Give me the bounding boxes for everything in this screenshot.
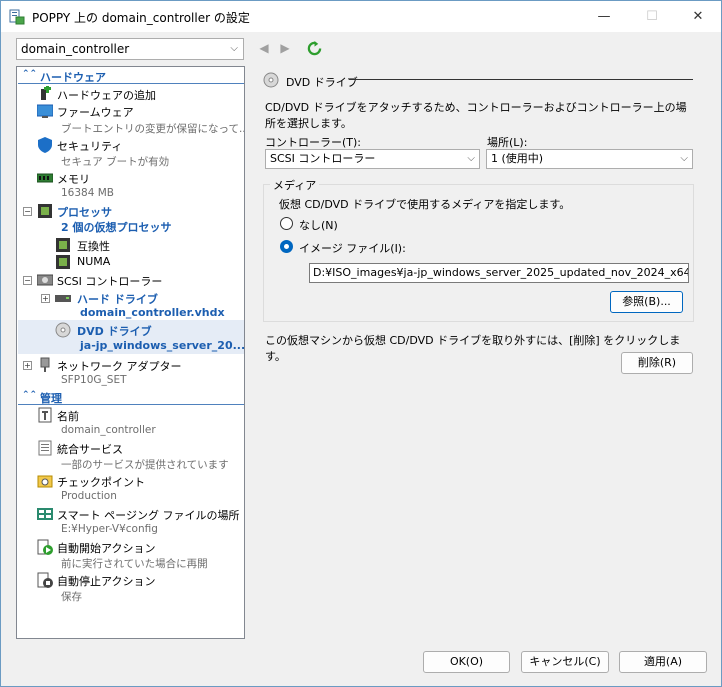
media-group: メディア 仮想 CD/DVD ドライブで使用するメディアを指定します。 なし(N… [263, 177, 694, 322]
processor-icon [56, 255, 70, 269]
checkpoint-icon [37, 475, 53, 488]
tree-item-label: SCSI コントローラー [57, 275, 163, 288]
ok-button[interactable]: OK(O) [423, 651, 510, 673]
divider [349, 79, 693, 80]
section-hardware[interactable]: ⌃⌃ ハードウェア [18, 68, 244, 84]
collapse-toggle[interactable]: − [23, 276, 32, 285]
media-description: 仮想 CD/DVD ドライブで使用するメディアを指定します。 [279, 198, 571, 211]
vm-select-value: domain_controller [21, 42, 130, 56]
tree-item-label: 名前 [57, 410, 79, 423]
network-adapter-icon [40, 357, 50, 372]
tree-item-detail: 一部のサービスが提供されています [61, 459, 229, 471]
browse-button[interactable]: 参照(B)... [610, 291, 683, 313]
tree-item-detail: ja-jp_windows_server_20... [80, 339, 245, 352]
hyper-v-settings-icon [9, 9, 25, 25]
tree-item-detail: ブートエントリの変更が保留になって... [61, 123, 245, 135]
maximize-button[interactable]: ☐ [629, 1, 675, 32]
smart-paging-icon [37, 508, 53, 520]
tree-item-label: 自動開始アクション [57, 542, 156, 555]
tree-item-label: DVD ドライブ [77, 325, 152, 338]
tree-item-label: NUMA [77, 255, 111, 268]
chevron-down-icon: ⌵ [230, 43, 238, 54]
minimize-button[interactable]: — [581, 1, 627, 32]
memory-icon [37, 173, 53, 183]
tree-item-label: ハードウェアの追加 [57, 89, 156, 102]
tree-item-detail: セキュア ブートが有効 [61, 156, 170, 168]
refresh-icon[interactable] [307, 41, 322, 56]
tree-item-detail: 2 個の仮想プロセッサ [61, 221, 172, 234]
tree-item-label: チェックポイント [57, 476, 145, 489]
back-button[interactable]: ◀ [257, 41, 271, 55]
hard-drive-icon [55, 295, 71, 302]
section-hardware-label: ハードウェア [40, 71, 106, 84]
media-none-radio[interactable] [280, 217, 293, 230]
chevron-down-icon: ⌵ [467, 153, 475, 164]
expand-toggle[interactable]: + [23, 361, 32, 370]
expand-toggle[interactable]: + [41, 294, 50, 303]
collapse-icon: ⌃⌃ [22, 390, 38, 400]
apply-button[interactable]: 適用(A) [619, 651, 707, 673]
processor-icon [38, 204, 52, 218]
tree-item-detail: 保存 [61, 591, 82, 603]
name-icon [38, 407, 52, 423]
controller-select-value: SCSI コントローラー [270, 152, 376, 165]
media-group-title: メディア [270, 177, 320, 193]
tree-item-label: 自動停止アクション [57, 575, 156, 588]
collapse-icon: ⌃⌃ [22, 69, 38, 79]
dvd-drive-icon [55, 322, 71, 338]
panel-description: CD/DVD ドライブをアタッチするため、コントローラーおよびコントローラー上の… [265, 101, 687, 130]
dvd-drive-icon [263, 72, 279, 88]
title-bar: POPPY 上の domain_controller の設定 — ☐ ✕ [1, 1, 721, 32]
media-image-file-label[interactable]: イメージ ファイル(I): [299, 240, 406, 256]
section-management-label: 管理 [40, 392, 62, 405]
controller-label: コントローラー(T): [265, 136, 362, 149]
vm-select[interactable]: domain_controller ⌵ [16, 38, 244, 60]
dvd-drive-panel: DVD ドライブ CD/DVD ドライブをアタッチするため、コントローラーおよび… [253, 66, 708, 639]
settings-tree: ⌃⌃ ハードウェア ハードウェアの追加 ファームウェア ブートエントリの変更が保… [16, 66, 245, 639]
section-management[interactable]: ⌃⌃ 管理 [18, 389, 244, 405]
image-file-path-input[interactable]: D:¥ISO_images¥ja-jp_windows_server_2025_… [309, 263, 689, 283]
tree-item-detail: SFP10G_SET [61, 374, 127, 386]
tree-item-label: 互換性 [77, 240, 110, 253]
security-shield-icon [38, 137, 52, 153]
forward-button[interactable]: ▶ [278, 41, 292, 55]
chevron-down-icon: ⌵ [680, 153, 688, 164]
scsi-controller-icon [37, 274, 53, 286]
settings-window: POPPY 上の domain_controller の設定 — ☐ ✕ dom… [0, 0, 722, 687]
location-label: 場所(L): [487, 136, 528, 149]
tree-item-label: ファームウェア [57, 106, 134, 119]
add-hardware-icon [41, 86, 51, 100]
location-select-value: 1 (使用中) [491, 152, 544, 165]
tree-item-label: メモリ [57, 173, 90, 186]
auto-start-icon [37, 539, 53, 555]
cancel-button[interactable]: キャンセル(C) [521, 651, 609, 673]
media-none-label[interactable]: なし(N) [299, 217, 338, 233]
window-title: POPPY 上の domain_controller の設定 [32, 11, 250, 25]
tree-item-detail: E:¥Hyper-V¥config [61, 523, 158, 535]
panel-title: DVD ドライブ [286, 76, 358, 89]
controller-select[interactable]: SCSI コントローラー ⌵ [265, 149, 480, 169]
processor-icon [56, 238, 70, 252]
tree-item-detail: 前に実行されていた場合に再開 [61, 558, 208, 570]
tree-item-detail: domain_controller [61, 424, 156, 436]
tree-item-detail: domain_controller.vhdx [80, 306, 225, 319]
remove-button[interactable]: 削除(R) [621, 352, 693, 374]
tree-item-label: スマート ページング ファイルの場所 [57, 509, 240, 522]
collapse-toggle[interactable]: − [23, 207, 32, 216]
tree-item-label: プロセッサ [57, 206, 112, 219]
close-button[interactable]: ✕ [675, 1, 721, 32]
tree-item-label: 統合サービス [57, 443, 123, 456]
auto-stop-icon [37, 572, 53, 588]
integration-services-icon [38, 440, 52, 456]
location-select[interactable]: 1 (使用中) ⌵ [486, 149, 693, 169]
tree-item-label: セキュリティ [57, 140, 123, 153]
media-image-file-radio[interactable] [280, 240, 293, 253]
tree-item-label: ハード ドライブ [77, 293, 158, 306]
tree-item-detail: 16384 MB [61, 187, 115, 199]
tree-item-label: ネットワーク アダプター [57, 360, 182, 373]
firmware-icon [37, 104, 53, 118]
tree-item-detail: Production [61, 490, 117, 502]
